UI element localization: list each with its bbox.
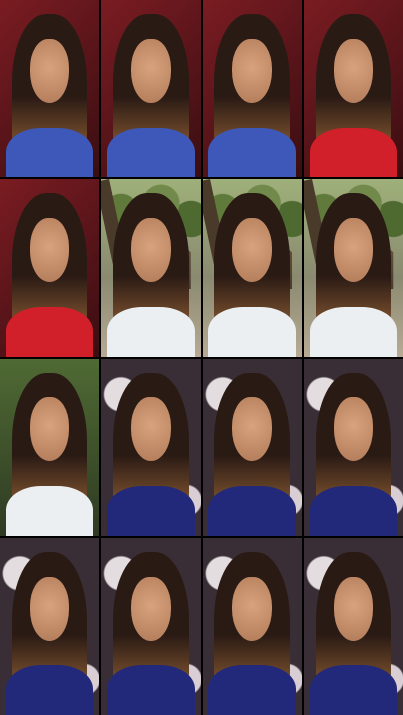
collage-frame — [0, 0, 100, 178]
collage-frame — [0, 358, 100, 536]
shirt — [309, 306, 398, 357]
collage-frame — [202, 179, 302, 357]
shirt — [5, 306, 94, 357]
collage-frame — [0, 179, 100, 357]
face — [333, 218, 374, 283]
shirt — [309, 665, 398, 715]
face — [131, 38, 171, 103]
shirt — [5, 665, 94, 715]
face — [29, 38, 70, 103]
face — [232, 397, 272, 462]
shirt — [107, 486, 195, 536]
shirt — [107, 665, 195, 715]
face — [131, 397, 171, 462]
collage-frame — [202, 537, 302, 715]
face — [333, 576, 374, 641]
face — [232, 576, 272, 641]
collage-frame — [303, 179, 403, 357]
shirt — [208, 665, 296, 715]
face — [29, 576, 70, 641]
shirt — [5, 486, 94, 536]
shirt — [309, 486, 398, 536]
collage-frame — [101, 358, 201, 536]
face — [29, 218, 70, 283]
collage-frame — [303, 0, 403, 178]
collage-frame — [202, 358, 302, 536]
collage-frame — [101, 537, 201, 715]
face — [333, 397, 374, 462]
photo-collage-grid — [0, 0, 403, 715]
collage-frame — [101, 0, 201, 178]
collage-frame — [0, 537, 100, 715]
face — [232, 38, 272, 103]
collage-frame — [101, 179, 201, 357]
shirt — [309, 127, 398, 178]
shirt — [208, 486, 296, 536]
face — [232, 218, 272, 283]
shirt — [107, 306, 195, 357]
collage-frame — [303, 358, 403, 536]
shirt — [107, 127, 195, 178]
shirt — [208, 127, 296, 178]
collage-frame — [202, 0, 302, 178]
shirt — [208, 306, 296, 357]
collage-frame — [303, 537, 403, 715]
face — [333, 38, 374, 103]
face — [131, 218, 171, 283]
shirt — [5, 127, 94, 178]
face — [131, 576, 171, 641]
